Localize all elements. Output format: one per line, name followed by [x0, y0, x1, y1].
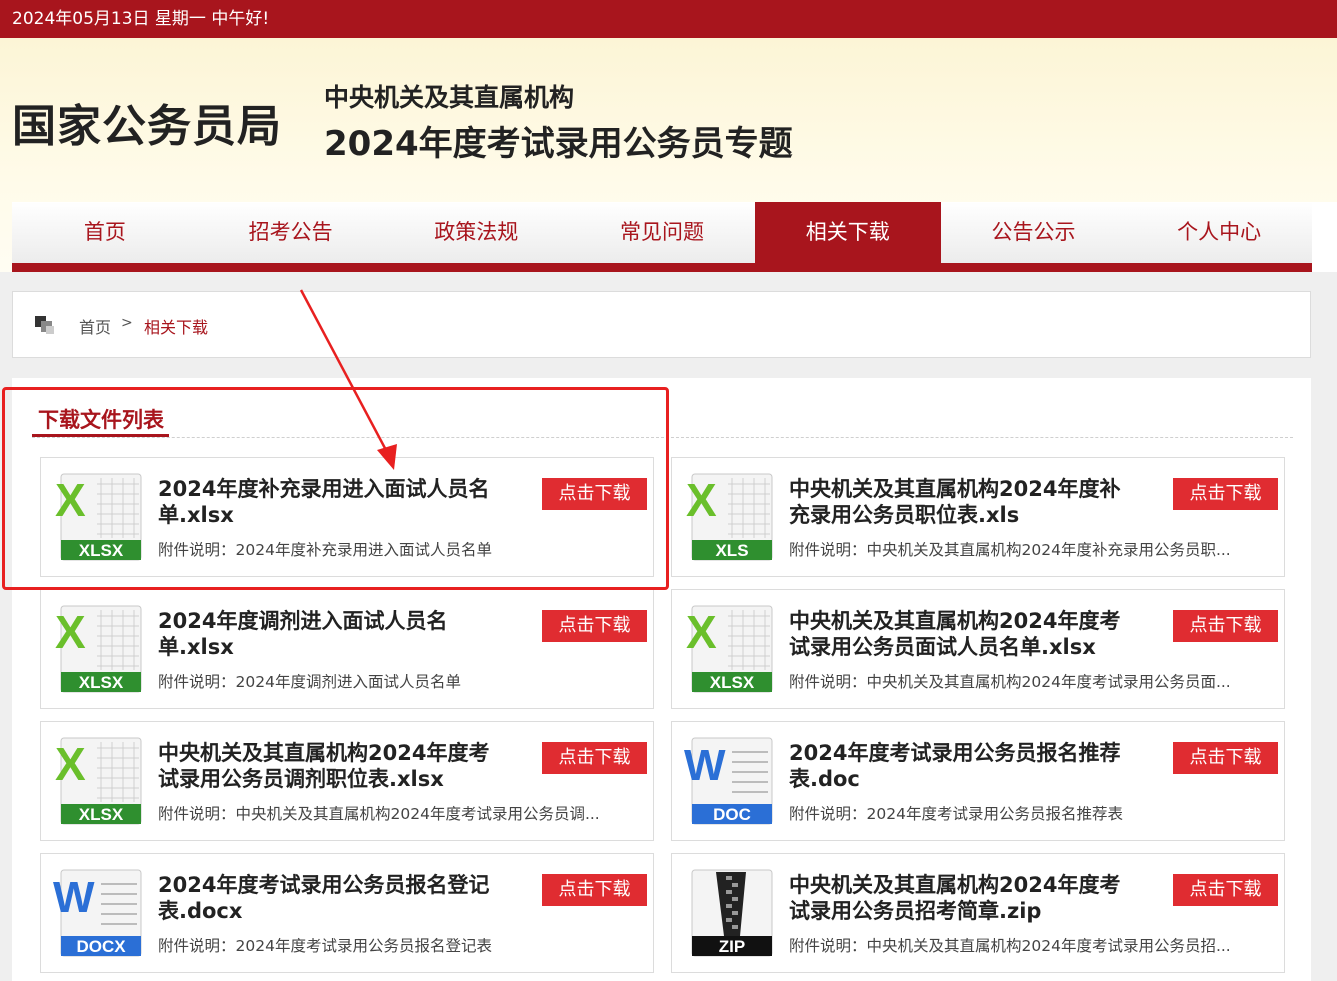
file-description: 附件说明：中央机关及其直属机构2024年度考试录用公务员调... [158, 805, 600, 823]
file-description: 附件说明：2024年度考试录用公务员报名登记表 [158, 937, 492, 955]
nav-downloads[interactable]: 相关下载 [754, 202, 941, 263]
file-card: X XLS 中央机关及其直属机构2024年度补充录用公务员职位表.xls 附件说明：中… [671, 457, 1285, 577]
file-description: 附件说明：2024年度补充录用进入面试人员名单 [158, 541, 492, 559]
xlsx-file-icon: X XLSX [684, 602, 778, 696]
file-name-link[interactable]: 2024年度考试录用公务员报名登记表.docx [158, 872, 498, 924]
zip-file-icon: ZIP [684, 866, 778, 960]
breadcrumb: 首页 > 相关下载 [12, 291, 1311, 358]
file-name-link[interactable]: 2024年度考试录用公务员报名推荐表.doc [789, 740, 1129, 792]
svg-text:XLSX: XLSX [79, 541, 124, 560]
file-description: 附件说明：中央机关及其直属机构2024年度考试录用公务员招... [789, 937, 1231, 955]
svg-text:XLSX: XLSX [79, 805, 124, 824]
xlsx-file-icon: X XLSX [53, 602, 147, 696]
file-card: X XLSX 2024年度调剂进入面试人员名单.xlsx 附件说明：2024年度调剂进… [40, 589, 654, 709]
nav-announcements[interactable]: 招考公告 [198, 202, 384, 263]
svg-text:ZIP: ZIP [719, 937, 745, 956]
nav-home[interactable]: 首页 [12, 202, 198, 263]
site-logo[interactable]: 国家公务员局 [12, 90, 282, 154]
breadcrumb-home-link[interactable]: 首页 [79, 314, 111, 338]
svg-text:W: W [684, 741, 726, 790]
file-card: ZIP 中央机关及其直属机构2024年度考试录用公务员招考简章.zip 附件说明：中… [671, 853, 1285, 973]
file-name-link[interactable]: 中央机关及其直属机构2024年度补充录用公务员职位表.xls [789, 476, 1129, 528]
nav-edge [1312, 202, 1337, 272]
svg-text:X: X [55, 606, 86, 658]
file-description: 附件说明：2024年度考试录用公务员报名推荐表 [789, 805, 1123, 823]
svg-text:XLS: XLS [715, 541, 748, 560]
xls-file-icon: X XLS [684, 470, 778, 564]
docx-file-icon: W DOCX [53, 866, 147, 960]
svg-text:W: W [53, 873, 95, 922]
nav-faq[interactable]: 常见问题 [569, 202, 755, 263]
file-name-link[interactable]: 中央机关及其直属机构2024年度考试录用公务员招考简章.zip [789, 872, 1129, 924]
svg-text:X: X [55, 738, 86, 790]
download-button[interactable]: 点击下载 [542, 742, 647, 774]
download-button[interactable]: 点击下载 [542, 610, 647, 642]
nav-underline [12, 263, 1312, 272]
date-greeting: 2024年05月13日 星期一 中午好! [12, 9, 270, 29]
main-nav: 首页 招考公告 政策法规 常见问题 相关下载 公告公示 个人中心 [12, 202, 1312, 263]
svg-text:X: X [55, 474, 86, 526]
panel-divider [32, 437, 1293, 438]
breadcrumb-squares-icon [35, 316, 57, 334]
file-description: 附件说明：2024年度调剂进入面试人员名单 [158, 673, 461, 691]
xlsx-file-icon: X XLSX [53, 734, 147, 828]
file-name-link[interactable]: 中央机关及其直属机构2024年度考试录用公务员调剂职位表.xlsx [158, 740, 498, 792]
breadcrumb-current[interactable]: 相关下载 [144, 314, 208, 338]
download-button[interactable]: 点击下载 [1173, 742, 1278, 774]
nav-policies[interactable]: 政策法规 [383, 202, 569, 263]
nav-personal-center[interactable]: 个人中心 [1126, 202, 1312, 263]
svg-text:XLSX: XLSX [710, 673, 755, 692]
svg-text:DOC: DOC [713, 805, 751, 824]
xlsx-file-icon: X XLSX [53, 470, 147, 564]
svg-text:DOCX: DOCX [76, 937, 126, 956]
top-date-bar: 2024年05月13日 星期一 中午好! [0, 0, 1337, 38]
file-name-link[interactable]: 中央机关及其直属机构2024年度考试录用公务员面试人员名单.xlsx [789, 608, 1129, 660]
download-button[interactable]: 点击下载 [1173, 874, 1278, 906]
file-name-link[interactable]: 2024年度调剂进入面试人员名单.xlsx [158, 608, 498, 660]
file-card: W DOC 2024年度考试录用公务员报名推荐表.doc 附件说明：2024年度考试录… [671, 721, 1285, 841]
file-card: X XLSX 2024年度补充录用进入面试人员名单.xlsx 附件说明：2024年度补… [40, 457, 654, 577]
file-description: 附件说明：中央机关及其直属机构2024年度补充录用公务员职... [789, 541, 1231, 559]
download-button[interactable]: 点击下载 [542, 874, 647, 906]
svg-text:X: X [686, 474, 717, 526]
file-card: W DOCX 2024年度考试录用公务员报名登记表.docx 附件说明：2024年度考… [40, 853, 654, 973]
file-name-link[interactable]: 2024年度补充录用进入面试人员名单.xlsx [158, 476, 498, 528]
breadcrumb-separator: > [121, 315, 133, 331]
file-description: 附件说明：中央机关及其直属机构2024年度考试录用公务员面... [789, 673, 1231, 691]
header-title: 2024年度考试录用公务员专题 [324, 124, 793, 164]
doc-file-icon: W DOC [684, 734, 778, 828]
panel-title: 下载文件列表 [38, 408, 164, 432]
svg-text:XLSX: XLSX [79, 673, 124, 692]
download-button[interactable]: 点击下载 [1173, 610, 1278, 642]
download-button[interactable]: 点击下载 [542, 478, 647, 510]
file-card: X XLSX 中央机关及其直属机构2024年度考试录用公务员调剂职位表.xlsx 附件… [40, 721, 654, 841]
header-subtitle: 中央机关及其直属机构 [324, 83, 575, 112]
svg-text:X: X [686, 606, 717, 658]
download-button[interactable]: 点击下载 [1173, 478, 1278, 510]
nav-notices[interactable]: 公告公示 [941, 202, 1127, 263]
file-card: X XLSX 中央机关及其直属机构2024年度考试录用公务员面试人员名单.xlsx 附… [671, 589, 1285, 709]
